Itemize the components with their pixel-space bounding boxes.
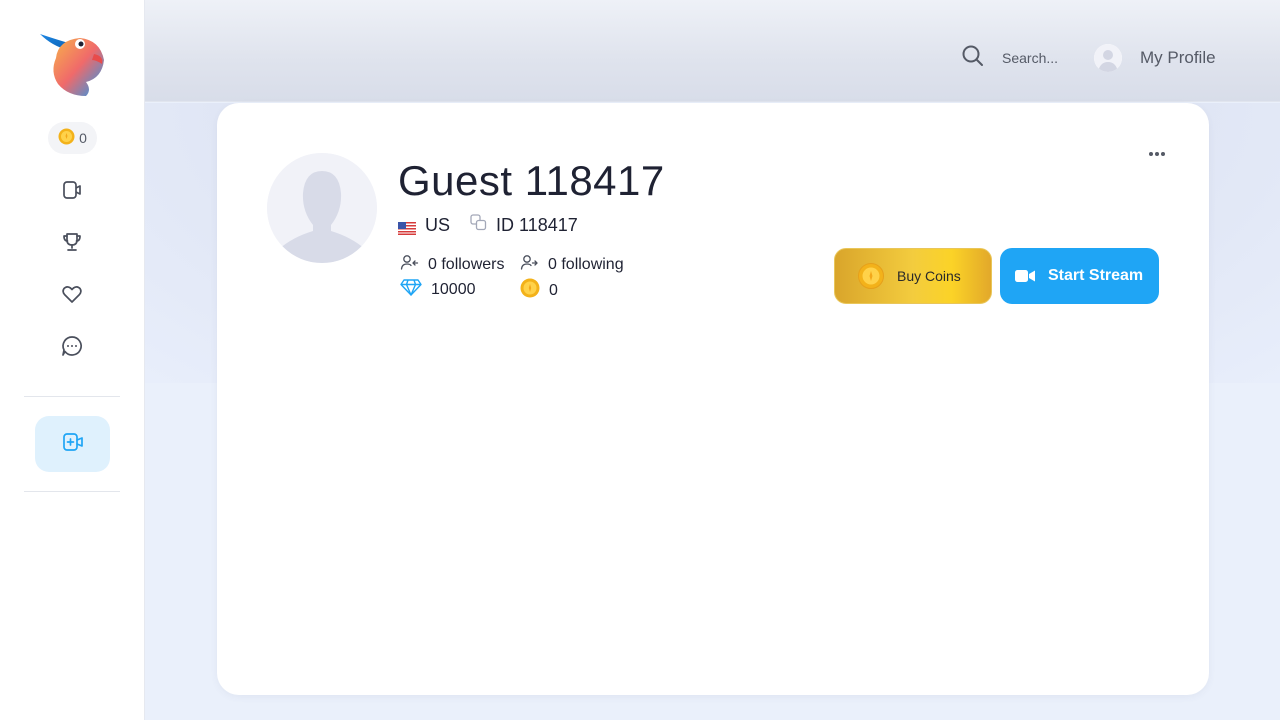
camera-icon xyxy=(1015,269,1036,283)
copy-id-button[interactable]: ID 118417 xyxy=(470,214,578,236)
new-stream-button[interactable] xyxy=(35,416,110,472)
profile-avatar xyxy=(267,153,377,263)
my-profile-label: My Profile xyxy=(1140,48,1216,67)
coin-balance-pill[interactable]: 0 xyxy=(48,122,97,154)
followers-icon xyxy=(400,254,428,276)
country-code: US xyxy=(425,214,451,235)
diamond-count: 10000 xyxy=(431,280,476,298)
coin-icon xyxy=(520,278,549,303)
search-placeholder: Search... xyxy=(1002,50,1059,66)
diamond-icon xyxy=(400,278,431,301)
following-count: 0 following xyxy=(548,256,624,273)
app-logo[interactable] xyxy=(38,30,108,100)
diamonds-stat: 10000 xyxy=(400,278,476,301)
profile-meta: US ID 118417 xyxy=(398,214,578,236)
start-stream-label: Start Stream xyxy=(1048,267,1144,284)
coin-icon xyxy=(858,263,884,289)
user-id: ID 118417 xyxy=(496,214,578,235)
sidebar: 0 xyxy=(0,0,145,720)
start-stream-button[interactable]: Start Stream xyxy=(1000,248,1159,304)
coin-balance: 0 xyxy=(79,130,87,146)
video-icon[interactable] xyxy=(57,175,87,205)
following-icon xyxy=(520,254,548,276)
add-stream-icon xyxy=(61,430,85,459)
trophy-icon[interactable] xyxy=(57,227,87,257)
buy-coins-label: Buy Coins xyxy=(897,268,961,284)
us-flag-icon xyxy=(398,219,416,235)
profile-card: Guest 118417 US ID 118417 0 followers 0 … xyxy=(217,103,1209,695)
avatar xyxy=(1094,44,1122,72)
heart-icon[interactable] xyxy=(57,279,87,309)
sidebar-divider xyxy=(24,396,120,397)
search-icon xyxy=(960,43,986,74)
my-profile-link[interactable]: My Profile xyxy=(1094,43,1216,73)
following-stat[interactable]: 0 following xyxy=(520,254,624,276)
search-button[interactable]: Search... xyxy=(960,44,1058,72)
profile-name: Guest 118417 xyxy=(398,157,665,204)
copy-icon xyxy=(470,214,496,236)
coins-stat: 0 xyxy=(520,278,558,303)
coin-count: 0 xyxy=(549,281,558,299)
followers-count: 0 followers xyxy=(428,256,505,273)
followers-stat[interactable]: 0 followers xyxy=(400,254,504,276)
more-horizontal-icon xyxy=(1147,144,1167,162)
coin-icon xyxy=(58,128,75,148)
sidebar-divider xyxy=(24,491,120,492)
chat-icon[interactable] xyxy=(57,331,87,361)
more-options-button[interactable] xyxy=(1145,141,1169,165)
buy-coins-button[interactable]: Buy Coins xyxy=(834,248,992,304)
